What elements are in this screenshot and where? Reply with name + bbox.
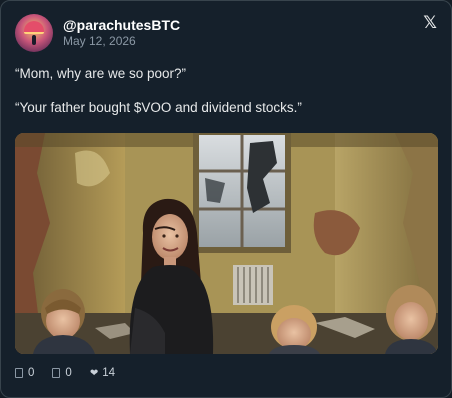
reply-icon <box>15 368 23 378</box>
post-actions: 0 0 ❤ 14 <box>15 367 133 379</box>
avatar[interactable] <box>15 14 53 52</box>
reply-button[interactable]: 0 <box>15 367 34 379</box>
post-header: @parachutesBTC May 12, 2026 <box>15 14 180 52</box>
heart-icon: ❤ <box>89 367 99 379</box>
author-block: @parachutesBTC May 12, 2026 <box>63 17 180 49</box>
post-card: @parachutesBTC May 12, 2026 𝕏 “Mom, why … <box>0 0 452 398</box>
repost-count: 0 <box>65 367 72 379</box>
repost-button[interactable]: 0 <box>52 367 72 379</box>
parachute-icon <box>24 21 44 34</box>
like-button[interactable]: ❤ 14 <box>90 367 115 379</box>
post-date[interactable]: May 12, 2026 <box>63 34 180 49</box>
x-logo-icon[interactable]: 𝕏 <box>423 14 437 31</box>
post-text: “Mom, why are we so poor?” “Your father … <box>15 65 435 116</box>
figure-icon <box>32 35 36 45</box>
reply-count: 0 <box>28 367 35 379</box>
post-line-1: “Mom, why are we so poor?” <box>15 66 187 81</box>
repost-icon <box>52 368 61 378</box>
post-line-2: “Your father bought $VOO and dividend st… <box>15 100 302 115</box>
post-image[interactable] <box>15 133 438 354</box>
author-handle[interactable]: @parachutesBTC <box>63 17 180 34</box>
like-count: 14 <box>102 367 115 379</box>
